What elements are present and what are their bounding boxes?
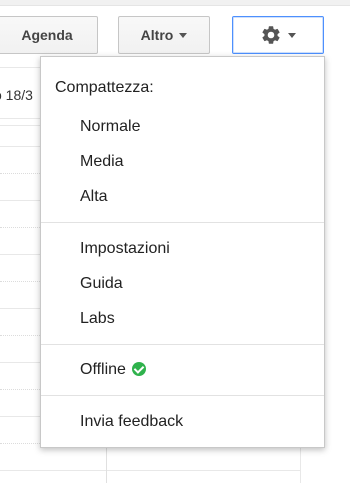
labs-menu-item[interactable]: Labs xyxy=(80,307,115,331)
chevron-down-icon xyxy=(288,32,296,38)
density-option-high[interactable]: Alta xyxy=(80,185,108,209)
chevron-down-icon xyxy=(179,32,188,38)
top-bar xyxy=(0,0,350,6)
density-option-normal[interactable]: Normale xyxy=(80,115,140,139)
more-label: Altro xyxy=(140,27,174,43)
compactness-heading: Compattezza: xyxy=(55,79,154,96)
settings-menu: Compattezza: Normale Media Alta Impostaz… xyxy=(40,56,325,448)
help-menu-item[interactable]: Guida xyxy=(80,272,123,296)
more-button[interactable]: Altro xyxy=(118,16,210,54)
week-date-label: o 18/3 xyxy=(0,87,33,103)
settings-menu-item[interactable]: Impostazioni xyxy=(80,237,170,261)
grid-line xyxy=(0,470,300,471)
menu-divider xyxy=(41,395,324,396)
offline-label: Offline xyxy=(80,361,126,378)
menu-divider xyxy=(41,344,324,345)
agenda-view-label: Agenda xyxy=(21,27,73,43)
density-option-medium[interactable]: Media xyxy=(80,150,124,174)
offline-menu-item[interactable]: Offline xyxy=(80,358,146,382)
send-feedback-menu-item[interactable]: Invia feedback xyxy=(80,410,183,434)
menu-divider xyxy=(41,222,324,223)
agenda-view-button[interactable]: Agenda xyxy=(0,16,98,54)
check-circle-icon xyxy=(131,362,146,376)
settings-button[interactable] xyxy=(232,16,324,54)
gear-icon xyxy=(262,26,280,44)
